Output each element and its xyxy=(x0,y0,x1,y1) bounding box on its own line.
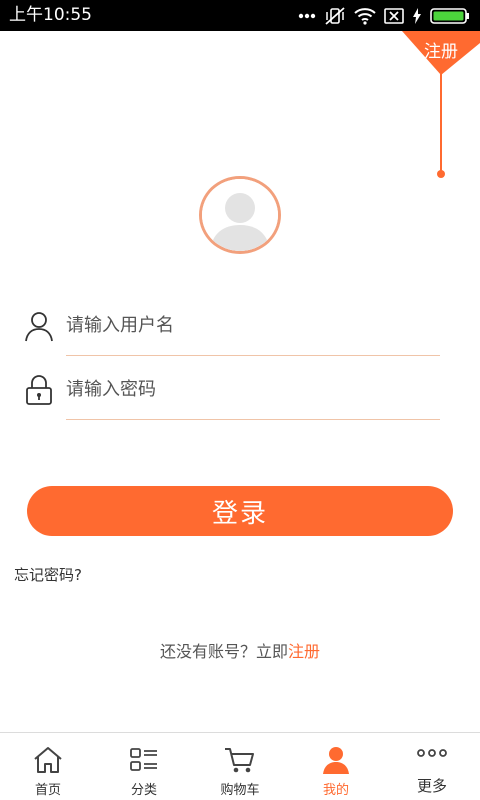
tab-mine[interactable]: 我的 xyxy=(288,733,384,800)
ribbon-string xyxy=(440,74,442,172)
tab-cart[interactable]: 购物车 xyxy=(192,733,288,800)
register-link[interactable]: 注册 xyxy=(288,642,320,661)
user-icon xyxy=(25,312,53,342)
username-underline xyxy=(66,355,440,356)
user-icon xyxy=(323,747,349,774)
wifi-icon xyxy=(354,7,376,25)
username-input[interactable] xyxy=(66,306,436,344)
tab-home-label: 首页 xyxy=(34,783,61,798)
tab-category[interactable]: 分类 xyxy=(96,733,192,800)
register-ribbon-label[interactable]: 注册 xyxy=(410,37,472,62)
login-button[interactable]: 登录 xyxy=(27,486,453,536)
ribbon-dot xyxy=(437,170,445,178)
vibrate-mute-icon xyxy=(325,6,345,25)
charging-icon xyxy=(413,7,421,24)
tab-cart-label: 购物车 xyxy=(220,783,260,798)
status-bar: 上午10:55 xyxy=(0,0,480,31)
password-underline xyxy=(66,419,440,420)
cart-icon xyxy=(225,748,254,773)
username-row xyxy=(24,296,442,358)
tab-more-label: 更多 xyxy=(416,777,447,795)
tab-category-label: 分类 xyxy=(130,783,157,798)
tab-mine-label: 我的 xyxy=(322,783,349,798)
category-icon xyxy=(130,748,157,771)
password-input[interactable] xyxy=(66,370,436,408)
tab-bar: 首页 分类 购物车 我的 更多 xyxy=(0,732,480,800)
default-avatar-icon xyxy=(202,179,278,251)
status-icons xyxy=(298,4,470,27)
status-time: 上午10:55 xyxy=(9,5,92,25)
avatar xyxy=(199,176,281,254)
tab-more[interactable]: 更多 xyxy=(384,733,480,800)
lock-icon xyxy=(26,375,52,405)
tab-home[interactable]: 首页 xyxy=(0,733,96,800)
password-row xyxy=(24,360,442,422)
no-account-text: 还没有账号？立即 xyxy=(159,642,288,661)
more-dots-icon xyxy=(298,13,316,18)
home-icon xyxy=(34,747,62,773)
no-sim-icon xyxy=(384,7,404,24)
battery-icon xyxy=(430,7,469,24)
register-prompt: 还没有账号？立即注册 xyxy=(0,638,480,662)
more-icon xyxy=(417,749,447,757)
forgot-password-link[interactable]: 忘记密码? xyxy=(14,564,82,585)
